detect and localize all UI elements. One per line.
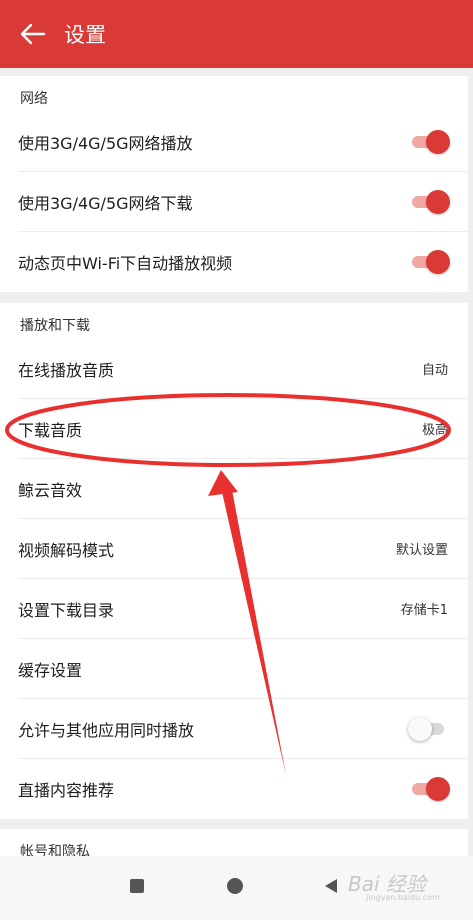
- annotation-ellipse: [5, 393, 451, 467]
- annotation-overlay: [5, 393, 451, 775]
- annotation-arrow: [222, 490, 286, 775]
- annotation-arrowhead: [208, 470, 238, 496]
